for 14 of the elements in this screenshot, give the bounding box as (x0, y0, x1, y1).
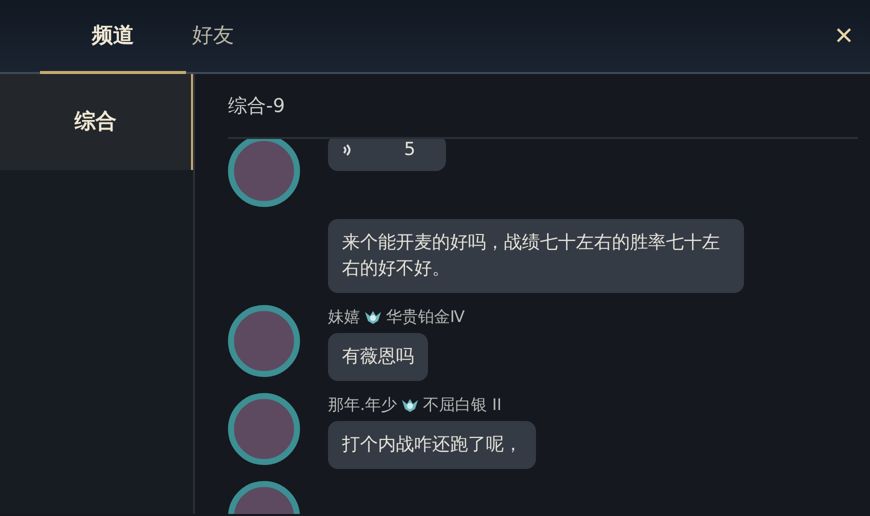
close-button[interactable]: ✕ (828, 17, 860, 55)
sidebar-item[interactable]: 综合 (0, 74, 193, 170)
user-name: 妹嬉 (328, 306, 360, 328)
message-text: 打个内战咋还跑了呢， (328, 420, 536, 469)
tab[interactable]: 好友 (186, 0, 296, 74)
user-name: 那年.年少 (328, 394, 398, 416)
rank-emblem-icon (364, 308, 382, 325)
rank-label: 不屈白银 II (423, 394, 502, 416)
message-text: 来个能开麦的好吗，战绩七十左右的胜率七十左右的好不好。 (328, 218, 744, 293)
voice-duration: 5 (404, 138, 416, 162)
voice-message[interactable]: 5 (328, 138, 446, 171)
message-text: 有薇恩吗 (328, 332, 428, 381)
rank-label: 华贵铂金Ⅳ (386, 306, 465, 328)
rank-emblem-icon (401, 396, 420, 413)
